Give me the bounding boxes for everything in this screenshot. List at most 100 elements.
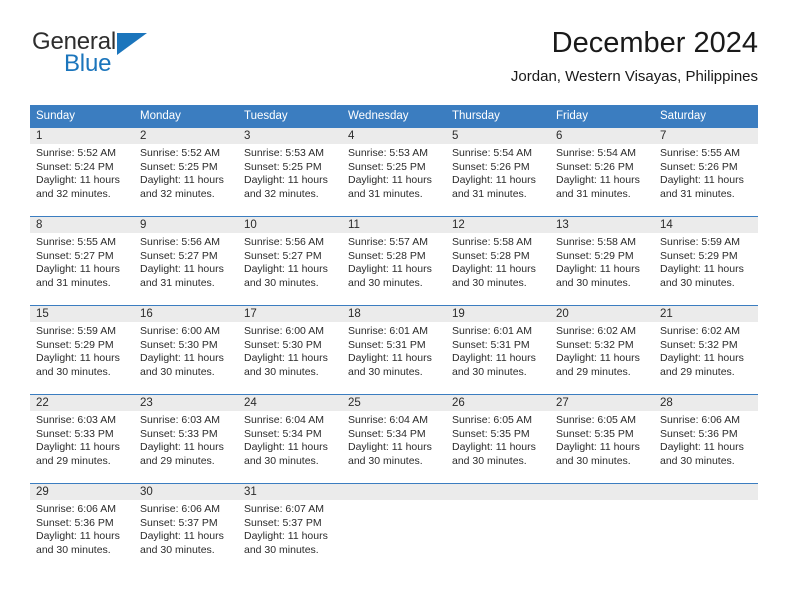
- day-detail: Sunrise: 6:03 AM Sunset: 5:33 PM Daylight:…: [134, 411, 238, 468]
- day-number: 6: [556, 130, 563, 142]
- daylight-text-line2: and 31 minutes.: [660, 187, 735, 200]
- sunset-text: Sunset: 5:37 PM: [244, 516, 322, 529]
- sunrise-text: Sunrise: 6:05 AM: [452, 414, 532, 426]
- sunrise-text: Sunrise: 5:54 AM: [556, 147, 636, 159]
- calendar-day-cell[interactable]: 1 Sunrise: 5:52 AM Sunset: 5:24 PM Daylight…: [30, 128, 134, 216]
- day-detail: Sunrise: 6:03 AM Sunset: 5:33 PM Daylight:…: [30, 411, 134, 468]
- sunset-text: Sunset: 5:32 PM: [556, 338, 634, 351]
- daylight-text-line2: and 30 minutes.: [660, 454, 735, 467]
- calendar-day-cell[interactable]: 6 Sunrise: 5:54 AM Sunset: 5:26 PM Daylight…: [550, 128, 654, 216]
- daylight-text-line2: and 30 minutes.: [556, 276, 631, 289]
- calendar-day-cell[interactable]: 25 Sunrise: 6:04 AM Sunset: 5:34 PM Dayligh…: [342, 395, 446, 483]
- calendar-day-cell[interactable]: 31 Sunrise: 6:07 AM Sunset: 5:37 PM Dayligh…: [238, 484, 342, 572]
- sunrise-text: Sunrise: 6:07 AM: [244, 503, 324, 515]
- daylight-text-line1: Daylight: 11 hours: [244, 441, 328, 454]
- calendar-day-cell[interactable]: 14 Sunrise: 5:59 AM Sunset: 5:29 PM Dayligh…: [654, 217, 758, 305]
- calendar-day-cell[interactable]: 3 Sunrise: 5:53 AM Sunset: 5:25 PM Daylight…: [238, 128, 342, 216]
- calendar-day-cell[interactable]: 5 Sunrise: 5:54 AM Sunset: 5:26 PM Daylight…: [446, 128, 550, 216]
- calendar-day-cell[interactable]: 9 Sunrise: 5:56 AM Sunset: 5:27 PM Daylight…: [134, 217, 238, 305]
- weekday-header-sunday: Sunday: [36, 110, 76, 122]
- calendar-day-cell[interactable]: 30 Sunrise: 6:06 AM Sunset: 5:37 PM Dayligh…: [134, 484, 238, 572]
- day-number: 26: [452, 397, 465, 409]
- day-detail: Sunrise: 5:53 AM Sunset: 5:25 PM Daylight:…: [342, 144, 446, 201]
- calendar-page: General Blue December 2024 Jordan, Weste…: [0, 0, 792, 612]
- daylight-text-line2: and 30 minutes.: [452, 276, 527, 289]
- sunset-text: Sunset: 5:33 PM: [140, 427, 218, 440]
- daylight-text-line1: Daylight: 11 hours: [452, 352, 536, 365]
- day-detail: Sunrise: 5:59 AM Sunset: 5:29 PM Daylight:…: [654, 233, 758, 290]
- daylight-text-line1: Daylight: 11 hours: [660, 352, 744, 365]
- daylight-text-line2: and 30 minutes.: [452, 454, 527, 467]
- sunrise-text: Sunrise: 5:57 AM: [348, 236, 428, 248]
- calendar-day-cell[interactable]: 19 Sunrise: 6:01 AM Sunset: 5:31 PM Dayligh…: [446, 306, 550, 394]
- sunset-text: Sunset: 5:29 PM: [556, 249, 634, 262]
- sunrise-text: Sunrise: 5:59 AM: [660, 236, 740, 248]
- calendar-week-row: 8 Sunrise: 5:55 AM Sunset: 5:27 PM Daylight…: [30, 216, 758, 305]
- calendar-day-cell[interactable]: 11 Sunrise: 5:57 AM Sunset: 5:28 PM Dayligh…: [342, 217, 446, 305]
- calendar-day-cell[interactable]: 16 Sunrise: 6:00 AM Sunset: 5:30 PM Dayligh…: [134, 306, 238, 394]
- calendar-day-cell[interactable]: 20 Sunrise: 6:02 AM Sunset: 5:32 PM Dayligh…: [550, 306, 654, 394]
- calendar-day-cell[interactable]: 8 Sunrise: 5:55 AM Sunset: 5:27 PM Daylight…: [30, 217, 134, 305]
- logo-text-blue: Blue: [64, 50, 112, 77]
- day-number: 1: [36, 130, 43, 142]
- daylight-text-line2: and 30 minutes.: [244, 543, 319, 556]
- daylight-text-line1: Daylight: 11 hours: [36, 441, 120, 454]
- day-number: 4: [348, 130, 355, 142]
- weekday-header-saturday: Saturday: [660, 110, 707, 122]
- daylight-text-line2: and 30 minutes.: [36, 543, 111, 556]
- day-detail: Sunrise: 5:55 AM Sunset: 5:26 PM Daylight:…: [654, 144, 758, 201]
- sunset-text: Sunset: 5:29 PM: [660, 249, 738, 262]
- weekday-header-tuesday: Tuesday: [244, 110, 288, 122]
- daylight-text-line2: and 30 minutes.: [660, 276, 735, 289]
- calendar-day-cell[interactable]: 12 Sunrise: 5:58 AM Sunset: 5:28 PM Dayligh…: [446, 217, 550, 305]
- sunrise-text: Sunrise: 5:55 AM: [36, 236, 116, 248]
- calendar-day-cell[interactable]: 13 Sunrise: 5:58 AM Sunset: 5:29 PM Dayligh…: [550, 217, 654, 305]
- sunrise-text: Sunrise: 6:02 AM: [660, 325, 740, 337]
- calendar-day-cell[interactable]: 27 Sunrise: 6:05 AM Sunset: 5:35 PM Dayligh…: [550, 395, 654, 483]
- calendar-day-cell[interactable]: 29 Sunrise: 6:06 AM Sunset: 5:36 PM Dayligh…: [30, 484, 134, 572]
- calendar-empty-cell: [342, 484, 446, 572]
- daylight-text-line1: Daylight: 11 hours: [556, 263, 640, 276]
- weekday-header-friday: Friday: [556, 110, 588, 122]
- calendar-day-cell[interactable]: 7 Sunrise: 5:55 AM Sunset: 5:26 PM Daylight…: [654, 128, 758, 216]
- day-number: 20: [556, 308, 569, 320]
- daylight-text-line1: Daylight: 11 hours: [140, 263, 224, 276]
- daylight-text-line2: and 30 minutes.: [244, 276, 319, 289]
- calendar-day-cell[interactable]: 4 Sunrise: 5:53 AM Sunset: 5:25 PM Daylight…: [342, 128, 446, 216]
- calendar-body: 1 Sunrise: 5:52 AM Sunset: 5:24 PM Daylight…: [30, 128, 758, 572]
- page-title: December 2024: [551, 27, 758, 59]
- calendar-day-cell[interactable]: 10 Sunrise: 5:56 AM Sunset: 5:27 PM Dayligh…: [238, 217, 342, 305]
- day-number: 19: [452, 308, 465, 320]
- daylight-text-line1: Daylight: 11 hours: [660, 263, 744, 276]
- calendar-day-cell[interactable]: 2 Sunrise: 5:52 AM Sunset: 5:25 PM Daylight…: [134, 128, 238, 216]
- sunset-text: Sunset: 5:32 PM: [660, 338, 738, 351]
- calendar-day-cell[interactable]: 18 Sunrise: 6:01 AM Sunset: 5:31 PM Dayligh…: [342, 306, 446, 394]
- day-detail: Sunrise: 6:01 AM Sunset: 5:31 PM Daylight:…: [446, 322, 550, 379]
- day-detail: Sunrise: 6:05 AM Sunset: 5:35 PM Daylight:…: [550, 411, 654, 468]
- day-number: 14: [660, 219, 673, 231]
- weekday-header-wednesday: Wednesday: [348, 110, 409, 122]
- general-blue-logo: General Blue: [32, 30, 162, 82]
- sunrise-text: Sunrise: 6:01 AM: [348, 325, 428, 337]
- day-number: 12: [452, 219, 465, 231]
- sunset-text: Sunset: 5:27 PM: [244, 249, 322, 262]
- daylight-text-line1: Daylight: 11 hours: [36, 174, 120, 187]
- daylight-text-line1: Daylight: 11 hours: [348, 352, 432, 365]
- calendar-day-cell[interactable]: 21 Sunrise: 6:02 AM Sunset: 5:32 PM Dayligh…: [654, 306, 758, 394]
- calendar-day-cell[interactable]: 17 Sunrise: 6:00 AM Sunset: 5:30 PM Dayligh…: [238, 306, 342, 394]
- daylight-text-line2: and 30 minutes.: [348, 365, 423, 378]
- calendar-day-cell[interactable]: 22 Sunrise: 6:03 AM Sunset: 5:33 PM Dayligh…: [30, 395, 134, 483]
- calendar-day-cell[interactable]: 28 Sunrise: 6:06 AM Sunset: 5:36 PM Dayligh…: [654, 395, 758, 483]
- sunset-text: Sunset: 5:27 PM: [140, 249, 218, 262]
- calendar-day-cell[interactable]: 15 Sunrise: 5:59 AM Sunset: 5:29 PM Dayligh…: [30, 306, 134, 394]
- daylight-text-line2: and 32 minutes.: [36, 187, 111, 200]
- sunset-text: Sunset: 5:30 PM: [244, 338, 322, 351]
- calendar-day-cell[interactable]: 24 Sunrise: 6:04 AM Sunset: 5:34 PM Dayligh…: [238, 395, 342, 483]
- calendar-day-cell[interactable]: 23 Sunrise: 6:03 AM Sunset: 5:33 PM Dayligh…: [134, 395, 238, 483]
- calendar-day-cell[interactable]: 26 Sunrise: 6:05 AM Sunset: 5:35 PM Dayligh…: [446, 395, 550, 483]
- day-detail: Sunrise: 6:02 AM Sunset: 5:32 PM Daylight:…: [654, 322, 758, 379]
- sunrise-text: Sunrise: 5:58 AM: [556, 236, 636, 248]
- sunrise-text: Sunrise: 6:06 AM: [36, 503, 116, 515]
- daylight-text-line2: and 30 minutes.: [452, 365, 527, 378]
- calendar-week-cells: 22 Sunrise: 6:03 AM Sunset: 5:33 PM Dayligh…: [30, 395, 758, 483]
